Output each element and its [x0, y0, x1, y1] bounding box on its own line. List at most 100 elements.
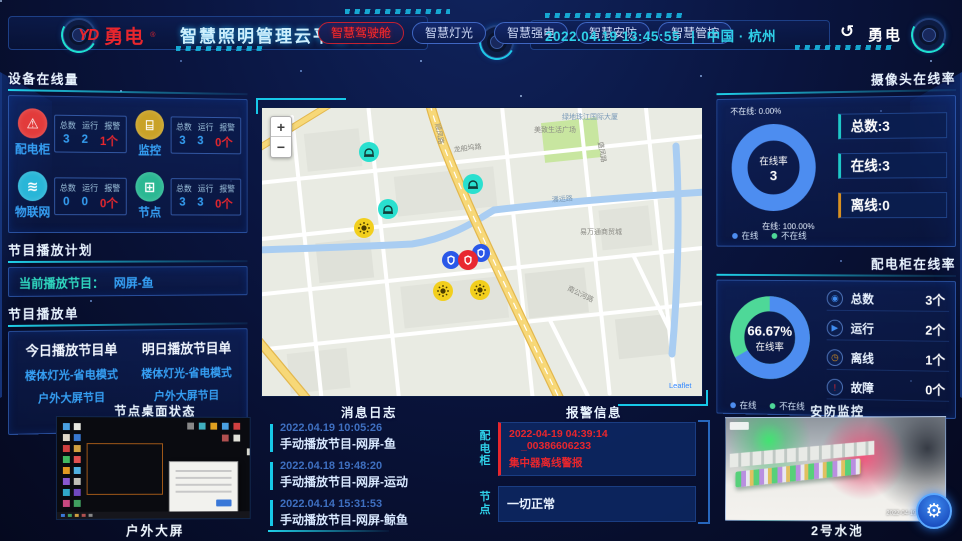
alarm-bracket-decoration	[698, 420, 710, 524]
header-dashes-center	[345, 9, 450, 14]
device-name: 监控	[138, 141, 161, 158]
legend-online-dot	[732, 233, 738, 239]
today-playlist-heading[interactable]: 今日播放节目单	[13, 338, 130, 359]
cabinet-running-row: ▶ 运行 2个	[827, 317, 949, 342]
play-plan-title: 节目播放计划	[8, 240, 248, 259]
message-log-panel: 消息日志 2022.04.19 10:05:26 手动播放节目-网屏-鱼 202…	[268, 402, 470, 534]
playlist-item: 楼体灯光-省电模式	[130, 364, 243, 382]
device-card-iot: ≋ 物联网 总数 运行 报警 0 0 0个	[13, 165, 129, 226]
desktop-taskbar	[57, 511, 250, 519]
alarm-card-cabinet: 2022-04-19 04:39:14 _00386606233 集中器离线警报	[498, 422, 696, 476]
map-panel[interactable]: 美致生活广场 绿地珠江国际大厦 易万通商贸城 龙船坞路 盛凤路 南公河路 顺凤路…	[262, 108, 702, 396]
donut-center-value: 3	[770, 167, 777, 183]
settings-gear-icon[interactable]: ⚙	[916, 493, 952, 529]
datetime-location: 2022.04.19 13:45:55 | 中国 · 杭州	[545, 25, 776, 45]
offline-pct-label: 不在线: 0.00%	[730, 105, 781, 117]
log-entry: 2022.04.19 10:05:26 手动播放节目-网屏-鱼	[268, 420, 470, 456]
cabinet-panel-title: 配电柜在线率	[716, 253, 956, 273]
map-label: 美致生活广场	[534, 125, 576, 134]
camera-total-stat: 总数:3	[838, 112, 947, 139]
current-program-value: 网屏-鱼	[114, 272, 154, 291]
donut-center-value: 66.67%	[747, 322, 792, 338]
right-column: 摄像头在线率 不在线: 0.00% 在线率 3 在线: 100.00% 总数:3…	[716, 68, 956, 400]
cabinet-total-row: ◉ 总数 3个	[827, 287, 949, 312]
divider	[268, 530, 389, 532]
map-label: 绿地珠江国际大厦	[562, 112, 618, 121]
alarm-value: 1个	[100, 132, 118, 149]
camera-online-stat: 在线:3	[838, 152, 947, 179]
user-name[interactable]: 勇电	[868, 24, 902, 45]
camera-donut-chart: 在线率 3	[725, 116, 823, 219]
map-corner-decoration	[256, 98, 346, 114]
alarm-message: 集中器离线警报	[509, 455, 687, 470]
divider	[716, 274, 956, 277]
device-stats: 总数 运行 报警 3 2 1个	[54, 114, 127, 153]
alarm-category: 节点	[478, 491, 492, 516]
device-name: 节点	[138, 203, 161, 220]
map-zoom-control[interactable]: + −	[270, 116, 292, 158]
camera-feed[interactable]: 2022-04-19 13:45:54	[725, 416, 946, 522]
desktop-caption: 户外大屏	[52, 520, 256, 540]
iot-icon: ≋	[18, 171, 47, 201]
logo-registered-mark: ®	[150, 32, 155, 39]
device-stats: 总数 运行 报警 3 3 0个	[171, 116, 242, 154]
tomorrow-playlist-heading[interactable]: 明日播放节目单	[130, 337, 243, 358]
header-dashes-far-right	[795, 45, 895, 50]
datetime: 2022.04.19 13:45:55	[545, 29, 680, 44]
cabinet-online-panel: 66.67% 在线率 ◉ 总数 3个 ▶ 运行 2个 ◷ 离线 1个 !	[716, 280, 956, 419]
camera-online-panel: 不在线: 0.00% 在线率 3 在线: 100.00% 总数:3 在线:3 离…	[716, 95, 956, 247]
device-name: 配电柜	[15, 140, 50, 157]
alarm-time: 2022-04-19 04:39:14	[509, 428, 608, 440]
total-value: 3	[63, 131, 70, 148]
device-stats: 总数 运行 报警 0 0 0个	[54, 177, 127, 215]
back-icon[interactable]: ↺	[840, 22, 854, 42]
running-value: 2	[82, 131, 88, 148]
surveillance-camera-icon: ⌸	[135, 110, 164, 140]
device-card-node: ⊞ 节点 总数 运行 报警 3 3 0个	[131, 166, 243, 226]
location: 中国 · 杭州	[707, 29, 777, 44]
tab-smart-cockpit[interactable]: 智慧驾驶舱	[318, 22, 404, 44]
device-panel-title: 设备在线量	[8, 68, 248, 91]
dashboard-root: YD 勇电 ® 智慧照明管理云平台V5.0 智慧驾驶舱 智慧灯光 智慧强电 智慧…	[0, 0, 962, 541]
current-program-box: 当前播放节目： 网屏-鱼	[8, 266, 248, 297]
left-column: 设备在线量 ⚠ 配电柜 总数 运行 报警 3 2	[8, 68, 248, 400]
street-map[interactable]: 美致生活广场 绿地珠江国际大厦 易万通商贸城 龙船坞路 盛凤路 南公河路 顺凤路…	[262, 108, 702, 396]
alarm-category: 配电柜	[478, 430, 492, 468]
zoom-in-button[interactable]: +	[271, 117, 291, 137]
zoom-out-button[interactable]: −	[271, 137, 291, 157]
desktop-icons	[63, 423, 70, 430]
donut-center-label: 在线率	[756, 338, 784, 353]
alarm-device-id: _00386606233	[521, 440, 591, 452]
map-label: 易万通商贸城	[580, 227, 622, 236]
alarm-status-text: 一切正常	[507, 492, 687, 516]
alarm-panel-title: 报警信息	[478, 402, 710, 421]
device-name: 物联网	[15, 203, 50, 220]
offline-clock-icon: ◷	[827, 349, 843, 366]
desktop-screenshot[interactable]	[56, 416, 251, 520]
alarm-body: 配电柜 2022-04-19 04:39:14 _00386606233 集中器…	[478, 422, 696, 532]
divider	[8, 260, 248, 263]
alarm-group-node: 节点 一切正常	[478, 486, 696, 522]
device-online-panel: ⚠ 配电柜 总数 运行 报警 3 2 1个	[8, 95, 248, 233]
camera-watermark	[730, 422, 749, 430]
device-card-monitor: ⌸ 监控 总数 运行 报警 3 3 0个	[131, 104, 243, 165]
leaflet-attribution[interactable]: Leaflet	[669, 381, 692, 390]
col-running: 运行	[83, 119, 99, 131]
cabinet-offline-row: ◷ 离线 1个	[827, 346, 949, 372]
node-icon: ⊞	[135, 172, 164, 202]
running-icon: ▶	[827, 320, 843, 337]
tab-smart-lighting[interactable]: 智慧灯光	[412, 22, 486, 44]
desktop-selection-rect	[87, 443, 163, 495]
log-entry: 2022.04.14 15:31:53 手动播放节目-网屏-鲸鱼	[268, 496, 470, 526]
log-list: 2022.04.19 10:05:26 手动播放节目-网屏-鱼 2022.04.…	[268, 420, 470, 526]
logo-name: 勇电	[104, 22, 144, 49]
col-total: 总数	[60, 119, 76, 131]
device-card-cabinet: ⚠ 配电柜 总数 运行 报警 3 2 1个	[13, 102, 129, 164]
cabinet-alarm-icon: ⚠	[18, 108, 47, 138]
fault-icon: !	[827, 379, 843, 396]
current-program-label: 当前播放节目：	[19, 272, 104, 291]
donut-center-label: 在线率	[759, 152, 787, 167]
device-stats: 总数 运行 报警 3 3 0个	[171, 178, 242, 215]
node-desktop-panel: 节点桌面状态 户外大屏	[52, 400, 256, 540]
header-dashes-right	[545, 13, 685, 18]
